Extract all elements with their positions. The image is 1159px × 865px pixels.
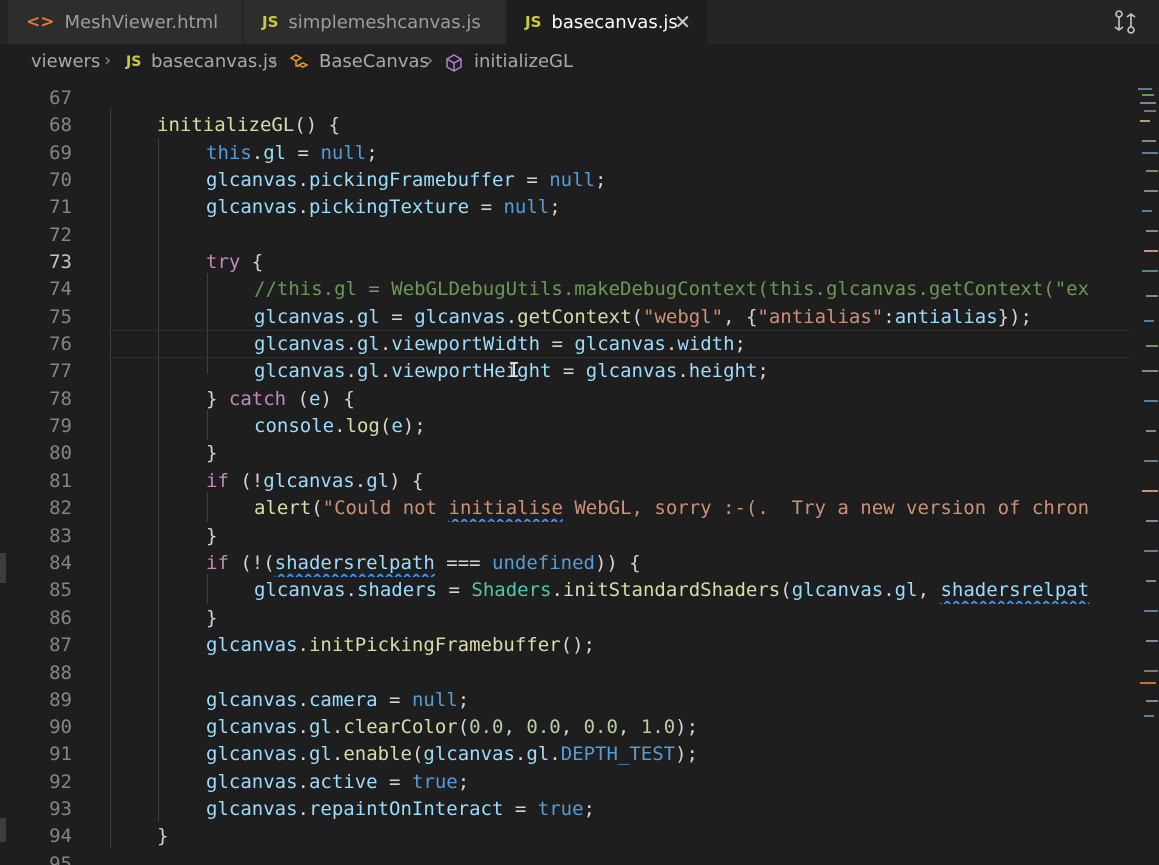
code-line: 92 glcanvas.active = true; (0, 769, 1132, 796)
code-line: 89 glcanvas.camera = null; (0, 687, 1132, 714)
line-number: 67 (49, 87, 72, 109)
code-line: 88 (0, 660, 1132, 687)
code-line: 90 glcanvas.gl.clearColor(0.0, 0.0, 0.0, … (0, 714, 1132, 741)
code-line: 85 glcanvas.shaders = Shaders.initStandar… (0, 577, 1132, 604)
code-line: 79 console.log(e); (0, 413, 1132, 440)
js-file-icon: JS (262, 13, 279, 31)
line-number: 88 (49, 662, 72, 684)
line-number: 81 (49, 470, 72, 492)
line-number: 73 (49, 251, 72, 273)
minimap[interactable] (1132, 80, 1159, 865)
line-number: 85 (49, 579, 72, 601)
code-line: 91 glcanvas.gl.enable(glcanvas.gl.DEPTH_T… (0, 741, 1132, 768)
line-number: 74 (49, 278, 72, 300)
breadcrumb: viewers › JS basecanvas.js › BaseCanvas … (0, 44, 1159, 80)
line-number: 83 (49, 525, 72, 547)
code-line: 68 initializeGL() { (0, 112, 1132, 139)
code-line: 75 glcanvas.gl = glcanvas.getContext("web… (0, 304, 1132, 331)
tab-simplemeshcanvas-js[interactable]: JS simplemeshcanvas.js (244, 0, 506, 44)
html-file-icon: <> (26, 12, 55, 32)
line-number: 84 (49, 552, 72, 574)
spelling-squiggle: shadersrelpat (940, 579, 1090, 601)
code-line: 80} (0, 440, 1132, 467)
spelling-squiggle: shadersrelpath (274, 552, 435, 574)
code-line: 71 glcanvas.pickingTexture = null; (0, 194, 1132, 221)
code-line: 95 (0, 851, 1132, 865)
spelling-squiggle: initialise (448, 497, 563, 519)
line-number: 89 (49, 689, 72, 711)
line-number: 86 (49, 607, 72, 629)
line-number: 75 (49, 306, 72, 328)
code-line: 82 alert("Could not initialise WebGL, sor… (0, 495, 1132, 522)
text-cursor-icon: I (508, 358, 521, 382)
chevron-right-icon: › (270, 50, 278, 71)
code-line: 94} (0, 823, 1132, 850)
line-number: 80 (49, 442, 72, 464)
breadcrumb-folder[interactable]: viewers (31, 51, 100, 72)
chevron-right-icon: › (426, 50, 434, 71)
code-line: 70 glcanvas.pickingFramebuffer = null; (0, 167, 1132, 194)
line-number: 68 (49, 114, 72, 136)
tab-label: basecanvas.js (551, 11, 678, 33)
code-line: 69 this.gl = null; (0, 140, 1132, 167)
line-number: 94 (49, 825, 72, 847)
class-icon (289, 53, 311, 76)
chevron-right-icon: › (104, 50, 112, 71)
code-line: 86} (0, 605, 1132, 632)
breadcrumb-class[interactable]: BaseCanvas (319, 51, 429, 72)
tab-label: MeshViewer.html (64, 11, 219, 33)
line-number: 91 (49, 743, 72, 765)
open-changes-icon[interactable] (1113, 9, 1137, 39)
line-number: 92 (49, 771, 72, 793)
code-line: 67 (0, 85, 1132, 112)
code-line: 78} catch (e) { (0, 386, 1132, 413)
tab-meshviewer-html[interactable]: <> MeshViewer.html (8, 0, 243, 44)
line-number: 79 (49, 415, 72, 437)
method-name: initializeGL (157, 114, 295, 136)
js-file-icon: JS (126, 54, 142, 70)
line-number: 90 (49, 716, 72, 738)
line-number: 77 (49, 360, 72, 382)
js-file-icon: JS (525, 13, 542, 31)
code-editor[interactable]: 67 68 initializeGL() { 69 this.gl = null; … (0, 80, 1159, 865)
tab-bar: <> MeshViewer.html JS simplemeshcanvas.j… (0, 0, 1159, 44)
code-comment: //this.gl = WebGLDebugUtils.makeDebugCon… (254, 278, 1090, 300)
tab-label: simplemeshcanvas.js (288, 11, 481, 33)
code-line: 84 if (!(shadersrelpath === undefined)) { (0, 550, 1132, 577)
breadcrumb-method[interactable]: initializeGL (474, 51, 573, 72)
code-line: 76 glcanvas.gl.viewportWidth = glcanvas.w… (0, 331, 1132, 358)
line-number: 76 (49, 333, 72, 355)
method-icon (444, 53, 464, 78)
line-number: 69 (49, 142, 72, 164)
line-number: 72 (49, 224, 72, 246)
line-number: 93 (49, 798, 72, 820)
code-line: 87 glcanvas.initPickingFramebuffer(); (0, 632, 1132, 659)
breadcrumb-file[interactable]: basecanvas.js (151, 51, 277, 72)
code-line-current: 73 try { (0, 249, 1132, 276)
line-number: 82 (49, 497, 72, 519)
line-number: 71 (49, 196, 72, 218)
tab-basecanvas-js[interactable]: JS basecanvas.js ✕ (507, 0, 708, 44)
close-icon[interactable]: ✕ (674, 10, 691, 34)
code-line: 74 //this.gl = WebGLDebugUtils.makeDebugC… (0, 276, 1132, 303)
line-number: 87 (49, 634, 72, 656)
line-number: 95 (49, 853, 72, 865)
code-line: 72 (0, 222, 1132, 249)
code-line: 93 glcanvas.repaintOnInteract = true; (0, 796, 1132, 823)
code-line: 81 if (!glcanvas.gl) { (0, 468, 1132, 495)
code-line: 77 glcanvas.gl.viewportHeight = glcanvas.… (0, 358, 1132, 385)
line-number: 78 (49, 388, 72, 410)
line-number: 70 (49, 169, 72, 191)
code-line: 83} (0, 523, 1132, 550)
